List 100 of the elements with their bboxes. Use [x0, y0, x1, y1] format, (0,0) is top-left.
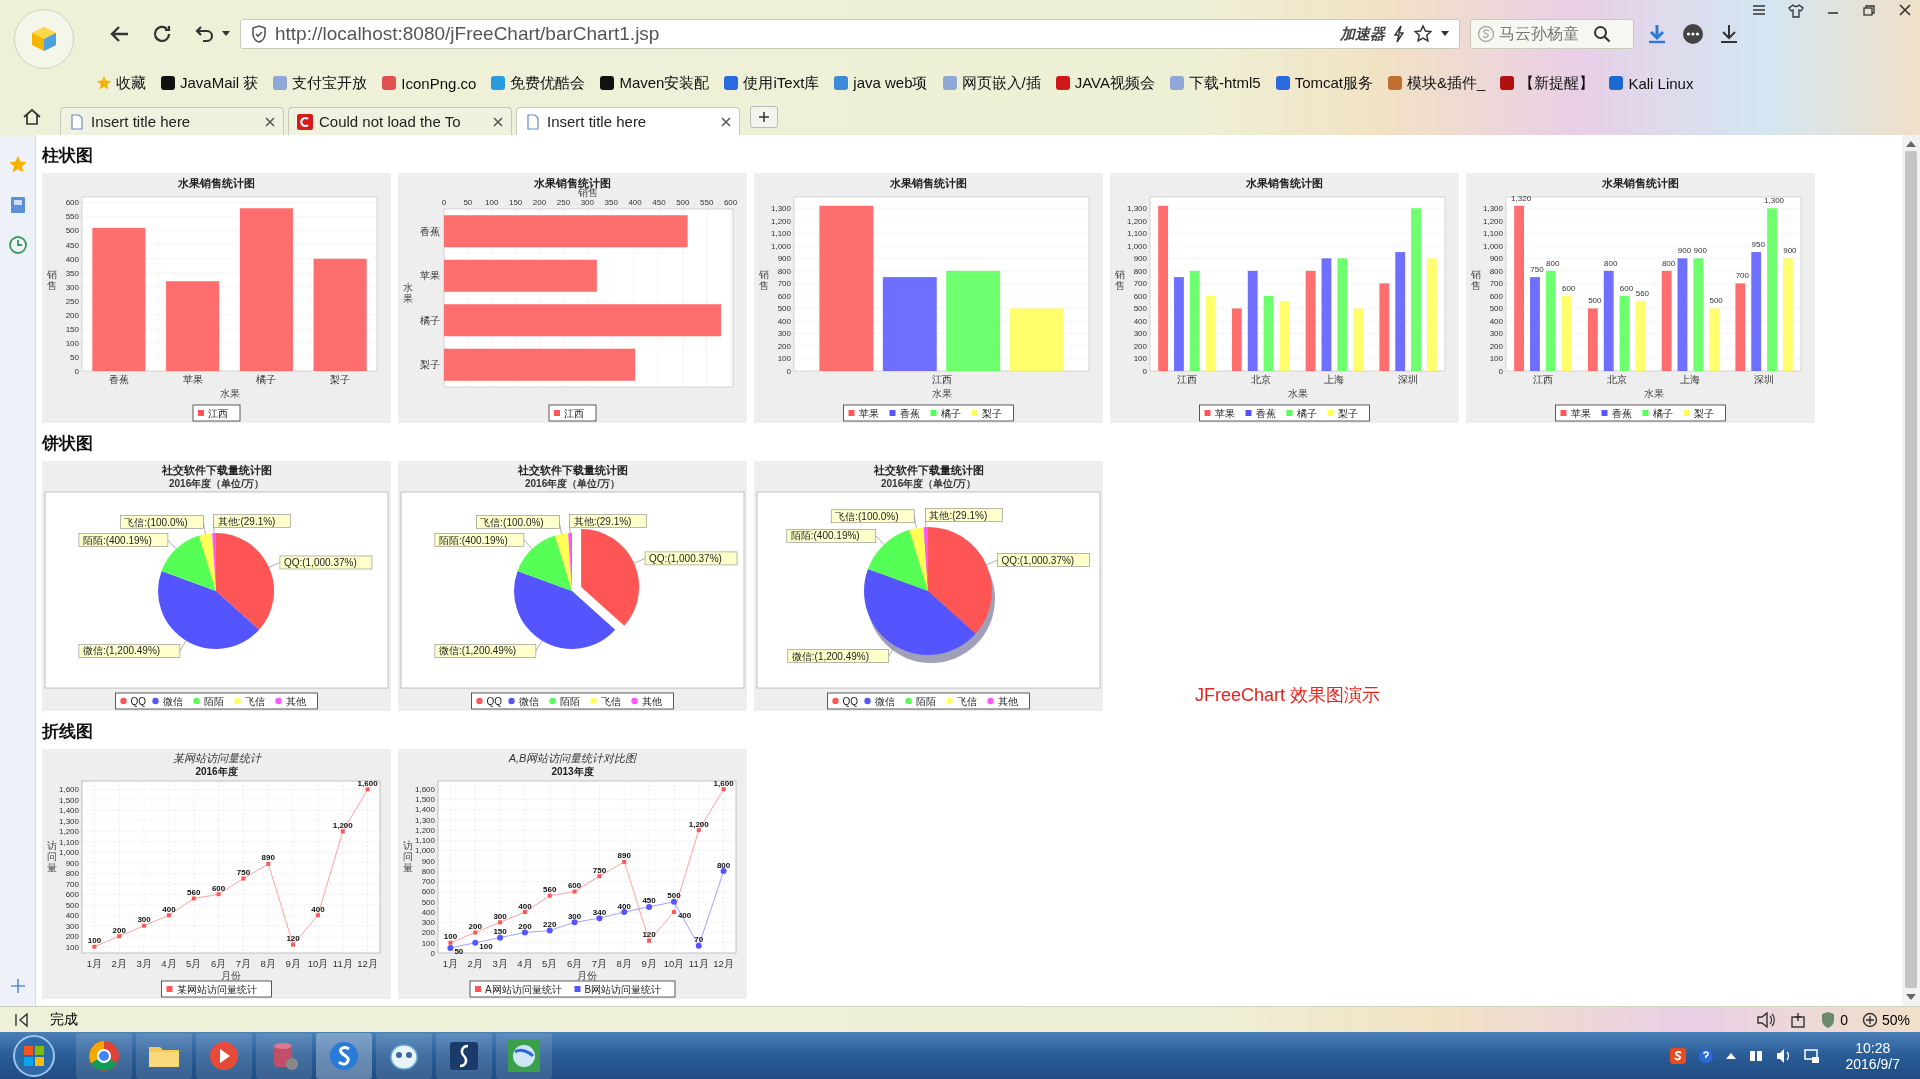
clock[interactable]: 10:28 2016/9/7	[1845, 1039, 1900, 1072]
search-input[interactable]: 马云孙杨童	[1499, 25, 1589, 43]
bookmark-link[interactable]: 模块&插件_	[1387, 73, 1486, 93]
bookmark-link[interactable]: 收藏	[96, 73, 146, 93]
address-bar[interactable]: http://localhost:8080/jFreeChart/barChart1.jsp 加速器	[240, 19, 1460, 49]
speaker-icon[interactable]	[1756, 1011, 1777, 1028]
download-tray-icon[interactable]	[1718, 23, 1740, 45]
search-field[interactable]: 马云孙杨童	[1470, 19, 1634, 49]
chart-title: 社交软件下载量统计图	[161, 464, 272, 476]
scroll-down-icon[interactable]	[1906, 994, 1916, 1000]
bookmark-link[interactable]: Maven安装配	[599, 73, 710, 93]
data-label: 220	[543, 920, 557, 929]
speaker-icon[interactable]	[1775, 1047, 1792, 1064]
bookmark-link[interactable]: 【新提醒】	[1499, 73, 1595, 93]
data-label: 1,600	[357, 778, 378, 788]
data-point	[315, 913, 320, 918]
bookmark-link[interactable]: JavaMail 获	[160, 73, 259, 93]
chart-title: A,B网站访问量统计对比图	[508, 752, 637, 764]
browser-tab[interactable]: Insert title here	[516, 107, 740, 135]
bookmark-link[interactable]: IconPng.co	[381, 74, 477, 92]
slice-label: QQ:(1,000.37%)	[997, 553, 1090, 567]
star-icon[interactable]	[1413, 24, 1433, 44]
close-icon[interactable]	[1898, 4, 1912, 16]
data-label: 飞信:(100.0%)	[480, 516, 544, 528]
bookmark-link[interactable]: java web项	[833, 73, 928, 93]
axis-tick-label: 100	[777, 354, 791, 364]
expand-tray-icon[interactable]	[1725, 1052, 1736, 1059]
collapse-icon[interactable]	[14, 1011, 30, 1028]
scroll-up-icon[interactable]	[1906, 141, 1916, 147]
sogou-icon[interactable]	[1669, 1047, 1686, 1064]
axis-tick-label: 200	[421, 928, 435, 938]
data-point	[571, 919, 578, 926]
home-icon[interactable]	[22, 106, 42, 127]
data-label: 800	[716, 860, 731, 870]
script-icon[interactable]	[436, 1032, 492, 1079]
caret-icon[interactable]	[1441, 31, 1449, 37]
slice-label: QQ:(1,000.37%)	[644, 551, 738, 566]
bookmark-link[interactable]: JAVA视频会	[1054, 73, 1155, 93]
help-icon[interactable]	[1697, 1047, 1714, 1064]
scrollbar[interactable]	[1902, 135, 1920, 1006]
accelerator-label[interactable]: 加速器	[1340, 24, 1385, 44]
browser-tab[interactable]: Could not load the To	[288, 107, 512, 135]
caret-icon[interactable]	[222, 31, 230, 37]
bookmark-link[interactable]: 使用iText库	[723, 73, 820, 93]
section-heading: 柱状图	[42, 145, 94, 167]
bookmark-link[interactable]: 支付宝开放	[272, 73, 368, 93]
more-icon[interactable]	[1682, 23, 1704, 45]
clock-icon[interactable]	[7, 235, 28, 255]
category-label: 橘子	[256, 374, 277, 385]
bar	[1231, 308, 1242, 371]
star-icon[interactable]	[7, 155, 28, 175]
close-icon[interactable]	[265, 116, 275, 127]
bookmark-link[interactable]: Kali Linux	[1608, 74, 1694, 92]
bookmark-link[interactable]: 免费优酷会	[490, 73, 586, 93]
axis-title: 销售	[1471, 269, 1481, 291]
close-icon[interactable]	[721, 116, 731, 127]
data-label: 400	[311, 904, 325, 914]
legend-label: 苹果	[858, 408, 879, 419]
shield-icon[interactable]	[1820, 1010, 1837, 1029]
axis-tick-label: 550	[65, 212, 79, 222]
axis-tick-label: 1,000	[1482, 241, 1503, 251]
play-icon[interactable]	[196, 1032, 252, 1079]
status-text: 完成	[50, 1010, 78, 1029]
data-label: 500	[1588, 296, 1602, 306]
menu-icon[interactable]	[1752, 4, 1766, 16]
start-button[interactable]	[12, 1033, 56, 1078]
category-label: 3月	[492, 958, 508, 969]
download-icon[interactable]	[1646, 23, 1668, 45]
axis-tick-label: 800	[1133, 266, 1147, 276]
bookmark-link[interactable]: 下载-html5	[1168, 73, 1261, 93]
close-icon[interactable]	[493, 116, 503, 127]
zoom-icon[interactable]	[1861, 1011, 1878, 1028]
swirl-icon[interactable]	[316, 1032, 372, 1079]
data-label: 600	[1562, 283, 1576, 293]
monitor-icon[interactable]	[1803, 1047, 1820, 1064]
shirt-icon[interactable]	[1788, 4, 1804, 18]
data-label: 400	[677, 911, 692, 921]
search-icon[interactable]	[1593, 25, 1611, 43]
box-icon[interactable]	[1790, 1011, 1807, 1028]
lightning-icon[interactable]	[1393, 25, 1405, 43]
axis-tick-label: 200	[1133, 341, 1147, 351]
globe-icon[interactable]	[496, 1032, 552, 1079]
legend-label: 梨子	[1693, 408, 1714, 419]
data-point	[241, 876, 246, 881]
restore-icon[interactable]	[1862, 4, 1876, 16]
legend-label: 其他	[285, 696, 306, 707]
scrollbar-thumb[interactable]	[1905, 151, 1917, 988]
data-point	[621, 909, 628, 916]
data-label: 400	[518, 901, 532, 911]
bookmark-link[interactable]: Tomcat服务	[1274, 73, 1373, 93]
mascot-icon[interactable]	[376, 1032, 432, 1079]
browser-icon[interactable]	[76, 1032, 132, 1079]
bookmark-link[interactable]: 网页嵌入/插	[941, 73, 1041, 93]
folder-icon[interactable]	[136, 1032, 192, 1079]
new-tab-button[interactable]	[750, 105, 778, 128]
browser-tab[interactable]: Insert title here	[60, 107, 284, 135]
data-label: 560	[187, 887, 201, 897]
legend-label: 江西	[564, 408, 584, 419]
legend-label: 微信	[162, 696, 183, 707]
axis-tick-label: 1,100	[770, 229, 791, 239]
